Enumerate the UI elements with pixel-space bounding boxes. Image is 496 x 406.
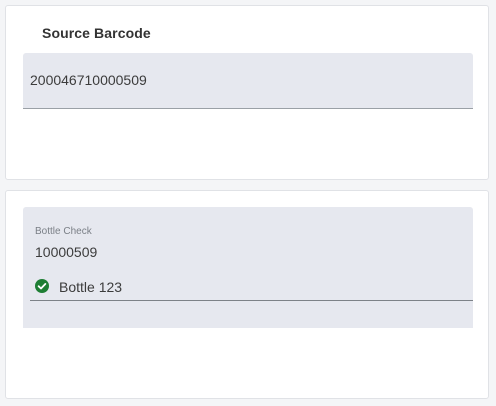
bottle-check-input[interactable] — [35, 244, 455, 260]
source-barcode-title: Source Barcode — [42, 25, 151, 41]
bottle-check-label: Bottle Check — [35, 226, 92, 237]
bottle-validation-row: Bottle 123 — [30, 271, 473, 301]
source-barcode-field[interactable] — [23, 53, 473, 109]
bottle-check-field[interactable]: Bottle Check Bottle 123 — [23, 207, 473, 328]
source-barcode-input[interactable] — [30, 72, 450, 88]
source-barcode-card: Source Barcode — [5, 5, 489, 180]
bottle-validation-label: Bottle 123 — [59, 279, 123, 295]
bottle-check-card: Bottle Check Bottle 123 — [5, 190, 489, 399]
check-circle-icon — [35, 279, 49, 293]
